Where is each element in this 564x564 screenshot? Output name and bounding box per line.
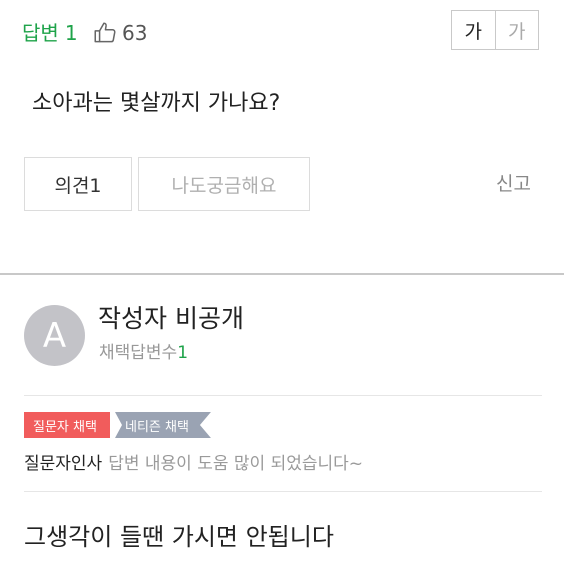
thumbs-up-icon: [94, 22, 116, 43]
author-name: 작성자 비공개: [98, 304, 244, 333]
asker-thanks-row: 질문자인사 답변 내용이 도움 많이 되었습니다~: [24, 451, 363, 477]
like-count: 63: [122, 21, 148, 45]
section-divider: [0, 273, 564, 275]
asker-adopted-badge: 질문자 채택: [24, 412, 110, 438]
adopted-answer-count: 채택답변수1: [99, 341, 188, 365]
answer-count-label: 답변: [22, 21, 59, 45]
netizen-adopted-badge: 네티즌 채택: [115, 412, 211, 438]
question-text: 소아과는 몇살까지 가나요?: [32, 91, 281, 116]
adopted-count-value: 1: [177, 343, 189, 363]
font-size-small-button[interactable]: 가: [494, 11, 539, 49]
asker-thanks-text: 답변 내용이 도움 많이 되었습니다~: [108, 454, 364, 474]
divider: [24, 395, 542, 396]
avatar: A: [24, 305, 85, 366]
me-too-curious-button[interactable]: 나도궁금해요: [138, 157, 310, 211]
answer-count: 답변 1: [22, 20, 78, 46]
like-button[interactable]: 63: [92, 20, 147, 46]
answer-count-value: 1: [64, 21, 78, 45]
divider: [24, 491, 542, 492]
report-link[interactable]: 신고: [496, 170, 531, 198]
font-size-large-button[interactable]: 가: [452, 11, 495, 49]
opinion-button[interactable]: 의견1: [24, 157, 132, 211]
answer-body: 그생각이 들땐 가시면 안됩니다: [24, 523, 334, 551]
font-size-toggle: 가 가: [451, 10, 539, 50]
asker-thanks-label: 질문자인사: [24, 454, 103, 474]
adopted-count-label: 채택답변수: [99, 343, 178, 363]
